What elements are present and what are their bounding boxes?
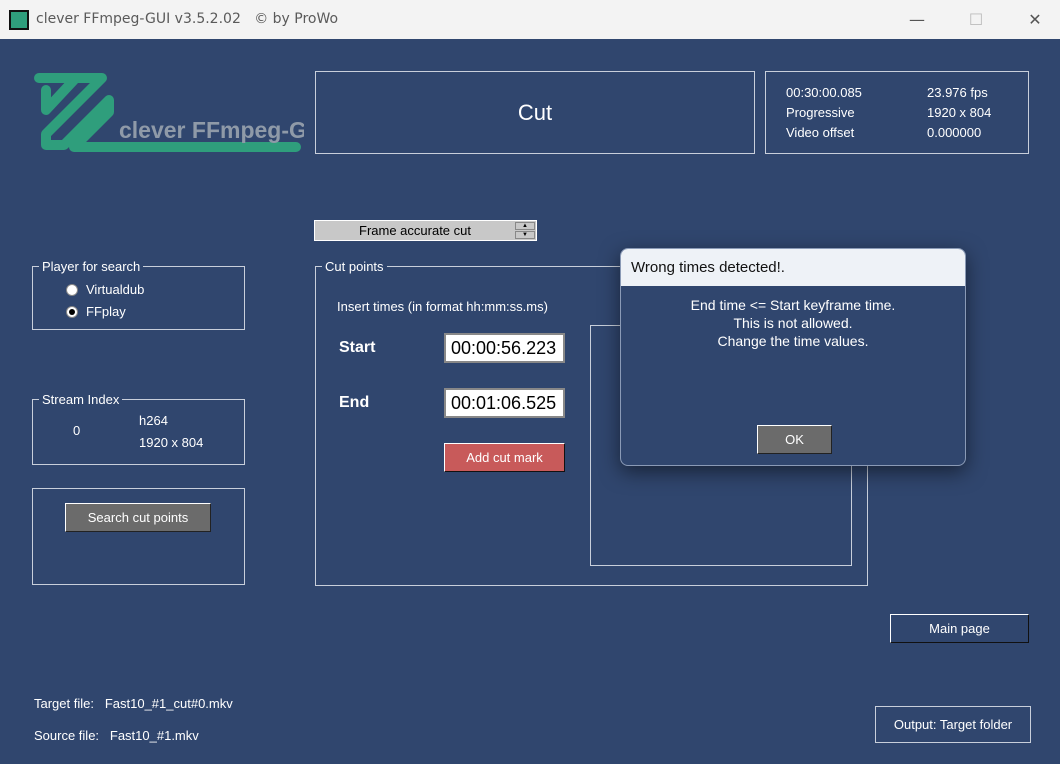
window-title-text: clever FFmpeg-GUI v3.5.2.02 <box>36 11 241 27</box>
time-format-hint: Insert times (in format hh:mm:ss.ms) <box>337 299 548 314</box>
spin-up-icon[interactable]: ▲ <box>515 222 535 230</box>
end-label: End <box>339 394 370 411</box>
search-group: Search cut points <box>32 488 245 585</box>
duration: 00:30:00.085 <box>786 85 862 100</box>
search-cut-points-button[interactable]: Search cut points <box>65 503 211 532</box>
stream-legend: Stream Index <box>39 392 123 407</box>
offset-value: 0.000000 <box>927 125 982 140</box>
source-file-value: Fast10_#1.mkv <box>109 728 199 743</box>
start-label: Start <box>339 339 376 356</box>
resolution: 1920 x 804 <box>927 105 992 120</box>
dialog-line: Change the time values. <box>717 333 869 349</box>
video-info-panel: 00:30:00.085 23.976 fps Progressive 1920… <box>765 71 1029 154</box>
close-button[interactable]: ✕ <box>1020 8 1050 32</box>
player-legend: Player for search <box>39 259 144 274</box>
radio-virtualdub[interactable]: Virtualdub <box>66 282 144 297</box>
app-logo: clever FFmpeg-GUI <box>34 70 330 156</box>
scan-type: Progressive <box>786 105 855 120</box>
radio-icon-checked[interactable] <box>66 305 78 318</box>
target-file: Target file: Fast10_#1_cut#0.mkv <box>34 696 233 711</box>
app-icon <box>9 10 29 30</box>
output-target-folder-button[interactable]: Output: Target folder <box>875 706 1031 743</box>
ok-button[interactable]: OK <box>757 425 832 454</box>
stream-codec: h264 <box>139 413 168 428</box>
spin-down-icon[interactable]: ▼ <box>515 231 535 239</box>
dialog-title: Wrong times detected!. <box>621 249 965 286</box>
radio-label: FFplay <box>86 304 126 319</box>
window-copyright: © by ProWo <box>254 11 339 27</box>
cut-points-legend: Cut points <box>322 259 387 274</box>
cut-mode-value: Frame accurate cut <box>359 223 471 238</box>
radio-icon[interactable] <box>66 283 78 296</box>
window-title: clever FFmpeg-GUI v3.5.2.02 © by ProWo <box>36 11 338 27</box>
title-bar: clever FFmpeg-GUI v3.5.2.02 © by ProWo —… <box>0 0 1060 39</box>
radio-label: Virtualdub <box>86 282 145 297</box>
dialog-line: This is not allowed. <box>733 315 853 331</box>
end-time-input[interactable]: 00:01:06.525 <box>444 388 565 418</box>
offset-label: Video offset <box>786 125 855 140</box>
main-page-button[interactable]: Main page <box>890 614 1029 643</box>
source-file: Source file: Fast10_#1.mkv <box>34 728 199 743</box>
source-file-label: Source file: <box>34 728 100 743</box>
target-file-value: Fast10_#1_cut#0.mkv <box>104 696 233 711</box>
add-cut-mark-button[interactable]: Add cut mark <box>444 443 565 472</box>
logo-text: clever FFmpeg-GUI <box>119 117 304 143</box>
fps: 23.976 fps <box>927 85 988 100</box>
radio-ffplay[interactable]: FFplay <box>66 304 126 319</box>
dialog-message: End time <= Start keyframe time. This is… <box>621 286 965 350</box>
dialog-line: End time <= Start keyframe time. <box>690 297 896 313</box>
cut-mode-spinner[interactable]: Frame accurate cut ▲ ▼ <box>314 220 537 241</box>
start-time-input[interactable]: 00:00:56.223 <box>444 333 565 363</box>
stream-index-group: Stream Index 0 h264 1920 x 804 <box>32 392 245 465</box>
player-group: Player for search Virtualdub FFplay <box>32 259 245 330</box>
stream-resolution: 1920 x 804 <box>139 435 204 450</box>
target-file-label: Target file: <box>34 696 94 711</box>
minimize-button[interactable]: — <box>902 8 932 32</box>
ffmpeg-logo-icon: clever FFmpeg-GUI <box>34 73 330 152</box>
maximize-button[interactable]: ☐ <box>961 8 991 32</box>
stream-index: 0 <box>73 423 81 438</box>
page-title: Cut <box>315 71 755 154</box>
error-dialog: Wrong times detected!. End time <= Start… <box>620 248 966 466</box>
